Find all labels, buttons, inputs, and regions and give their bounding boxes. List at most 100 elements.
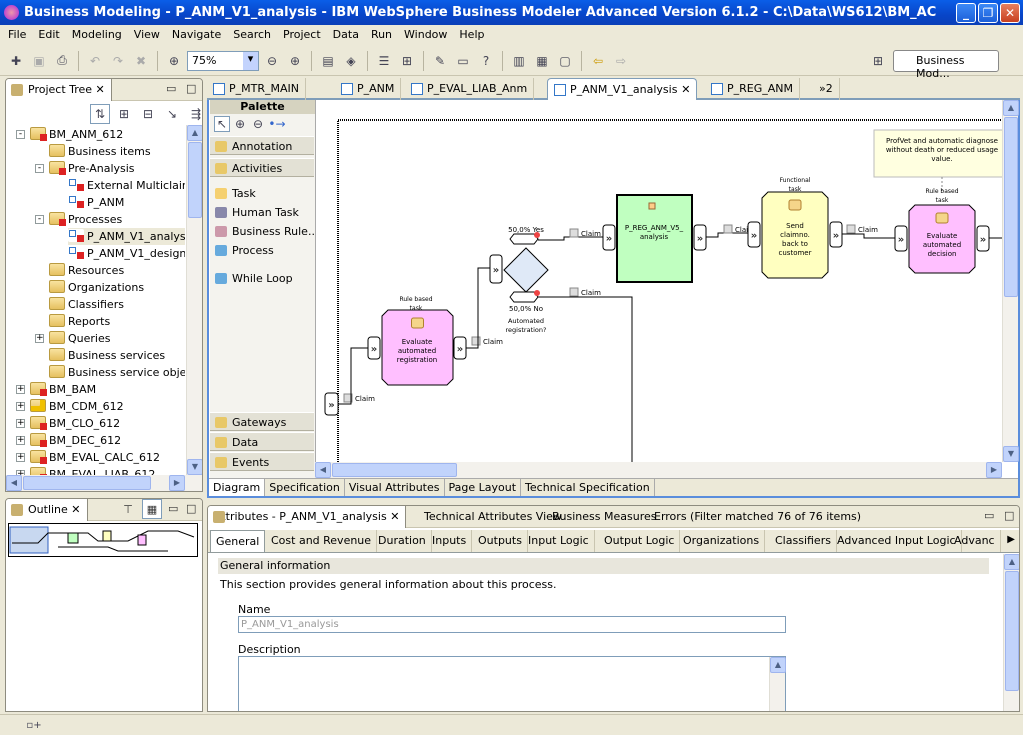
tab-2[interactable]: Business Measures [546,506,662,528]
zoom-out-icon[interactable]: ⊖ [262,51,282,71]
menu-data[interactable]: Data [327,25,365,45]
expand-icon[interactable]: + [16,436,25,445]
gateway-branch-no[interactable] [509,291,539,303]
tree-item[interactable]: BM_ANM_612 [30,126,123,143]
tab-visual-attributes[interactable]: Visual Attributes [345,479,445,496]
collapse-all-icon[interactable]: ⊟ [138,104,158,124]
diagram-horizontal-scrollbar[interactable]: ◀ ▶ [315,462,1002,478]
menu-file[interactable]: File [2,25,32,45]
subtab-input-logic[interactable]: Input Logic [523,530,595,552]
zoom-select[interactable]: 75% [187,50,259,71]
palette-drawer-events[interactable]: Events [210,452,314,471]
tree-vertical-scrollbar[interactable]: ▲ ▼ [186,125,202,475]
tree-item[interactable]: P_ANM [68,194,124,211]
tree-item[interactable]: Business service objects [49,364,185,381]
print-icon[interactable]: ⎙ [52,51,72,71]
delete-icon[interactable]: ✖ [131,51,151,71]
tab-0[interactable]: Attributes - P_ANM_V1_analysis ✕ [208,506,407,528]
subtab-classifiers[interactable]: Classifiers [770,530,837,552]
expand-icon[interactable]: + [16,385,25,394]
subtab-duration[interactable]: Duration [373,530,432,552]
maximize-icon[interactable]: □ [186,502,196,515]
maximize-icon[interactable]: □ [1004,509,1014,522]
tab-outline[interactable]: Outline ✕ [6,499,88,521]
list-icon[interactable]: ☰ [374,51,394,71]
tab-project-tree[interactable]: Project Tree ✕ [6,79,112,101]
tree-item[interactable]: BM_EVAL_CALC_612 [30,449,160,466]
tab-overflow[interactable]: »2 [813,78,840,100]
subtab-outputs[interactable]: Outputs [473,530,528,552]
overview-mode-icon[interactable]: ▦ [142,499,162,519]
task-icon[interactable] [935,212,949,224]
tree-item[interactable]: Organizations [49,279,144,296]
perspective-switcher[interactable]: Business Mod... [893,50,999,80]
subtab-cost-and-revenue[interactable]: Cost and Revenue [266,530,378,552]
palette-drawer-data[interactable]: Data [210,432,314,451]
tree-item[interactable]: External Multiclaim C [68,177,185,194]
connection-tool-icon[interactable]: •→ [268,116,286,132]
tree-item[interactable]: Reports [49,313,110,330]
tab-p-anm-v1-analysis[interactable]: P_ANM_V1_analysis ✕ [547,78,697,100]
menu-window[interactable]: Window [398,25,453,45]
close-tab-icon[interactable]: ✕ [387,510,399,523]
expand-icon[interactable]: + [16,419,25,428]
expand-icon[interactable]: + [35,334,44,343]
menu-search[interactable]: Search [227,25,277,45]
tab-p-anm[interactable]: P_ANM [335,78,402,100]
minimize-icon[interactable]: ▭ [168,502,178,515]
minimize-button[interactable]: _ [956,3,976,23]
minimize-icon[interactable]: ▭ [166,82,176,95]
forward-icon[interactable]: ⇨ [611,51,631,71]
palette-item-human-task[interactable]: Human Task [210,203,314,222]
expand-icon[interactable]: + [16,453,25,462]
tree-item[interactable]: P_ANM_V1_design [68,245,185,262]
tree-item[interactable]: Business items [49,143,151,160]
diagram-vertical-scrollbar[interactable]: ▲ ▼ [1002,100,1019,462]
help-icon[interactable]: ? [476,51,496,71]
tab-p-mtr-main[interactable]: P_MTR_MAIN [207,78,306,100]
menu-navigate[interactable]: Navigate [166,25,227,45]
process-diagram-canvas[interactable]: ProfVet and automatic diagnose without de… [315,100,1005,462]
palette-drawer-activities[interactable]: Activities [210,158,314,177]
fast-view-icon[interactable]: ▫+ [24,715,44,735]
zoom-in-icon[interactable]: ⊕ [285,51,305,71]
sort-icon[interactable]: ⇅ [90,104,110,124]
tab-3[interactable]: Errors (Filter matched 76 of 76 items) [648,506,867,528]
connection[interactable] [842,233,895,239]
tree-item[interactable]: Business services [49,347,165,364]
zoom-in-tool-icon[interactable]: ⊕ [232,116,248,132]
subtab-advanced-input-logic[interactable]: Advanced Input Logic [832,530,962,552]
filter-icon[interactable]: ⇶ [186,104,202,124]
maximize-button[interactable]: ❐ [978,3,998,23]
tree-icon[interactable]: ⊞ [397,51,417,71]
expand-icon[interactable]: + [16,402,25,411]
subtab-scroll-right-icon[interactable]: ▶ [1007,534,1015,545]
palette-drawer-annotation[interactable]: Annotation [210,136,314,155]
tab-specification[interactable]: Specification [265,479,345,496]
error-marker-icon[interactable] [534,290,540,296]
menu-view[interactable]: View [128,25,166,45]
tab-p-reg-anm[interactable]: P_REG_ANM [705,78,800,100]
subtab-general[interactable]: General [210,530,266,552]
tree-item[interactable]: BM_CDM_612 [30,398,124,415]
minimize-icon[interactable]: ▭ [984,509,994,522]
palette-item-task[interactable]: Task [210,184,314,203]
palette-item-process[interactable]: Process [210,241,314,260]
new-icon[interactable]: ✚ [6,51,26,71]
tree-item[interactable]: Classifiers [49,296,124,313]
collapse-icon[interactable]: - [35,215,44,224]
folder-icon[interactable]: ▭ [453,51,473,71]
tab-page-layout[interactable]: Page Layout [445,479,522,496]
tree-item[interactable]: Processes [49,211,122,228]
layout-split-icon[interactable]: ▥ [509,51,529,71]
back-icon[interactable]: ⇦ [588,51,608,71]
tree-item[interactable]: BM_DEC_612 [30,432,121,449]
menu-help[interactable]: Help [453,25,490,45]
layout-single-icon[interactable]: ▢ [555,51,575,71]
menu-modeling[interactable]: Modeling [66,25,128,45]
layout-print-icon[interactable]: ▦ [532,51,552,71]
name-field[interactable] [238,616,786,633]
maximize-icon[interactable]: □ [186,82,196,95]
select-tool-icon[interactable]: ↖ [214,116,230,132]
close-tab-icon[interactable]: ✕ [677,83,690,96]
